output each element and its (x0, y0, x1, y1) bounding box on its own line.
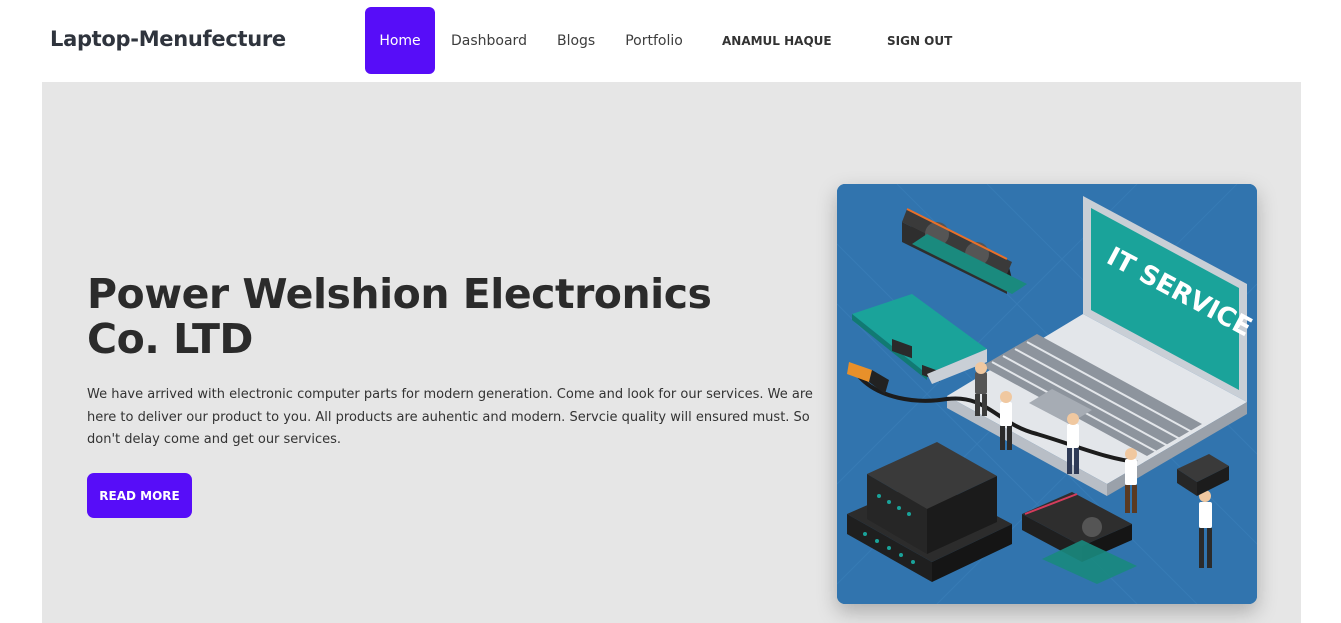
nav-link-dashboard[interactable]: Dashboard (436, 7, 542, 74)
read-more-button[interactable]: READ MORE (87, 473, 192, 518)
nav-links: Home Dashboard Blogs Portfolio (365, 7, 698, 74)
navbar: Laptop-Menufecture Home Dashboard Blogs … (0, 0, 1341, 82)
nav-link-blogs[interactable]: Blogs (542, 7, 610, 74)
signout-button[interactable]: SIGN OUT (887, 34, 952, 48)
hero-illustration: IT SERVICE (837, 184, 1257, 604)
hero-title: Power Welshion Electronics Co. LTD (87, 270, 712, 363)
hero-description: We have arrived with electronic computer… (87, 387, 813, 447)
user-name[interactable]: ANAMUL HAQUE (722, 34, 832, 48)
brand-logo[interactable]: Laptop-Menufecture (50, 27, 286, 51)
it-service-illustration: IT SERVICE (837, 184, 1257, 604)
nav-link-home[interactable]: Home (365, 7, 435, 74)
nav-link-portfolio[interactable]: Portfolio (610, 7, 698, 74)
hero-section: Power Welshion Electronics Co. LTD We ha… (42, 82, 1301, 623)
